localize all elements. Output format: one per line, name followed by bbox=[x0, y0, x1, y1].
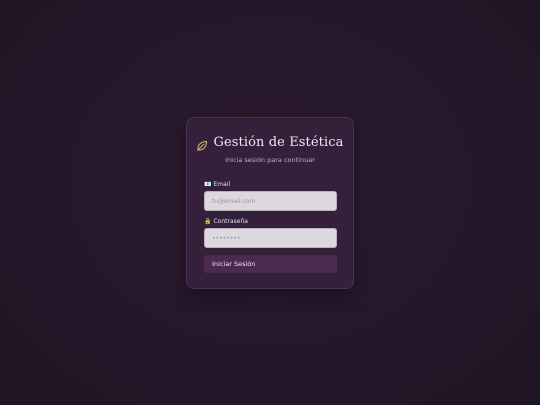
app-title: Gestión de Estética bbox=[213, 135, 344, 150]
login-button[interactable]: Iniciar Sesión bbox=[204, 255, 337, 273]
email-label: 📧 Email bbox=[204, 181, 230, 188]
login-subtitle: Inicia sesión para continuar bbox=[225, 156, 315, 164]
login-card: Gestión de Estética Inicia sesión para c… bbox=[186, 117, 354, 289]
password-label: 🔒 Contraseña bbox=[204, 218, 248, 225]
login-header: Gestión de Estética bbox=[187, 135, 353, 151]
email-input[interactable] bbox=[204, 191, 337, 211]
lock-icon: 🔒 bbox=[204, 217, 212, 225]
email-label-text: Email bbox=[213, 181, 231, 188]
password-label-text: Contraseña bbox=[213, 218, 248, 225]
leaf-icon bbox=[196, 137, 208, 151]
envelope-icon: 📧 bbox=[204, 180, 212, 188]
password-input[interactable] bbox=[204, 228, 337, 248]
